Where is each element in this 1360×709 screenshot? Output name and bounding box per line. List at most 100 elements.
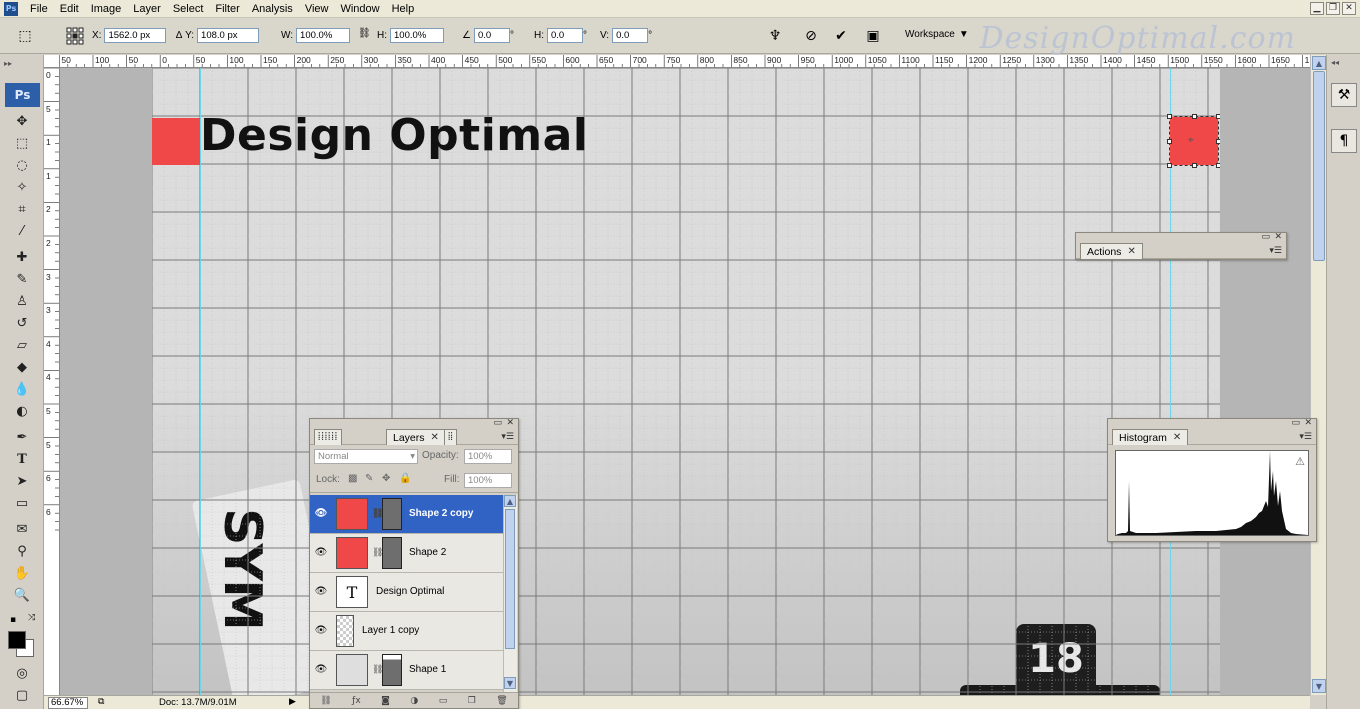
hskew-input[interactable]: 0.0 [547,28,583,43]
collapsed-tabs[interactable]: ⦙⦙⦙⦙⦙⦙ [314,429,343,445]
x-input[interactable]: 1562.0 px [104,28,167,43]
link-layers-icon[interactable]: ⛓ [320,696,331,706]
magic-wand-tool-icon[interactable]: ✧ [11,177,33,197]
minimize-icon[interactable]: ▭ [1261,232,1270,242]
tab-histogram[interactable]: Histogram ✕ [1112,429,1189,445]
transform-center-icon[interactable]: ⌖ [1188,135,1194,146]
photoshop-app-icon[interactable]: Ps [4,1,18,16]
eye-icon[interactable]: 👁 [314,625,328,637]
status-menu-icon[interactable]: ⧉ [98,696,104,707]
layer-row-shape-2[interactable]: 👁 ⛓ Shape 2 [310,534,503,573]
selected-red-square[interactable]: ⌖ [1169,116,1219,166]
history-brush-tool-icon[interactable]: ↺ [11,313,33,333]
file-browser-icon[interactable]: ▣ [864,27,882,45]
vskew-input[interactable]: 0.0 [612,28,649,43]
type-tool-icon[interactable]: T [11,449,33,469]
paragraph-icon[interactable]: ¶ [1331,129,1357,153]
layer-row-layer-1-copy[interactable]: 👁 Layer 1 copy [310,612,503,651]
new-layer-icon[interactable]: ❐ [468,696,476,706]
vector-mask-thumbnail[interactable] [382,654,402,686]
scroll-up-icon[interactable]: ▲ [504,495,516,507]
minimize-icon[interactable]: ▭ [1291,418,1300,428]
scrollbar-thumb[interactable] [1313,71,1325,261]
lock-transparency-icon[interactable]: ▩ [348,473,357,484]
panel-titlebar[interactable]: ▭ ✕ [1108,418,1316,429]
collapsed-tabs[interactable]: ⦙⦙ [444,429,457,445]
transform-handle[interactable] [1216,139,1220,144]
menu-edit[interactable]: Edit [54,3,85,15]
adjustment-layer-icon[interactable]: ◑ [410,696,418,706]
blend-mode-select[interactable]: Normal ▾ [314,449,418,464]
minimize-icon[interactable]: ▁ [1310,2,1324,15]
eye-icon[interactable]: 👁 [314,547,328,559]
collapse-tools-icon[interactable]: ▸▸ [4,59,12,68]
layer-row-design-optimal[interactable]: 👁 T Design Optimal [310,573,503,612]
restore-icon[interactable]: ❐ [1326,2,1340,15]
notes-tool-icon[interactable]: ✉ [11,519,33,539]
workspace-button[interactable]: Workspace ▼ [900,27,974,42]
scroll-up-icon[interactable]: ▲ [1312,56,1326,70]
w-input[interactable]: 100.0% [296,28,351,43]
lock-pixels-icon[interactable]: ✎ [365,473,373,484]
close-icon[interactable]: ✕ [1127,246,1135,257]
expand-dock-icon[interactable]: ◂◂ [1331,58,1339,67]
menu-layer[interactable]: Layer [127,3,167,15]
vector-mask-thumbnail[interactable] [382,498,402,530]
transform-handle[interactable] [1167,139,1172,144]
rectangle-tool-icon[interactable]: ▭ [11,493,33,513]
ps-badge[interactable]: Ps [5,83,40,107]
panel-titlebar[interactable]: ▭ ✕ [310,418,518,429]
scroll-down-icon[interactable]: ▼ [504,677,516,689]
menu-file[interactable]: File [24,3,54,15]
brush-tool-icon[interactable]: ✎ [11,269,33,289]
lock-all-icon[interactable]: 🔒 [399,473,411,484]
menu-analysis[interactable]: Analysis [246,3,299,15]
transform-handle[interactable] [1216,163,1220,168]
foreground-color-swatch[interactable] [8,631,26,649]
pen-tool-icon[interactable]: ✒ [11,427,33,447]
menu-image[interactable]: Image [85,3,128,15]
close-icon[interactable]: ✕ [1304,418,1312,428]
quick-mask-icon[interactable]: ◎ [11,663,33,683]
panel-menu-icon[interactable]: ▾☰ [1299,432,1312,442]
transform-handle[interactable] [1216,114,1220,119]
close-icon[interactable]: ✕ [1274,232,1282,242]
minimize-icon[interactable]: ▭ [493,418,502,428]
eye-icon[interactable]: 👁 [314,664,328,676]
canvas-title-text[interactable]: Design Optimal [200,110,588,161]
y-input[interactable]: 108.0 px [197,28,260,43]
layer-row-shape-1[interactable]: 👁 ⛓ Shape 1 [310,651,503,690]
eyedropper-tool-icon[interactable]: ⚲ [11,541,33,561]
zoom-input[interactable]: 66.67% [48,697,88,709]
marquee-tool-icon[interactable]: ⬚ [11,133,33,153]
hand-tool-icon[interactable]: ✋ [11,563,33,583]
layer-row-shape-2-copy[interactable]: 👁 ⛓ Shape 2 copy [310,495,503,534]
panel-menu-icon[interactable]: ▾☰ [501,432,514,442]
transform-handle[interactable] [1192,114,1197,119]
status-arrow-icon[interactable]: ▶ [289,696,296,707]
scroll-down-icon[interactable]: ▼ [1312,679,1326,693]
layers-scrollbar[interactable]: ▲ ▼ [503,495,517,692]
eye-icon[interactable]: 👁 [314,586,328,598]
layer-style-icon[interactable]: ƒx [352,696,361,706]
cancel-transform-icon[interactable]: ⊘ [802,27,820,45]
h-input[interactable]: 100.0% [390,28,444,43]
eraser-tool-icon[interactable]: ▱ [11,335,33,355]
tool-presets-icon[interactable]: ⚒ [1331,83,1357,107]
crop-tool-icon[interactable]: ⌗ [11,199,33,219]
new-group-icon[interactable]: ▭ [439,696,448,706]
zoom-tool-icon[interactable]: 🔍 [11,585,33,605]
swap-colors-icon[interactable]: ⤨ [28,613,35,623]
tab-actions[interactable]: Actions ✕ [1080,243,1143,259]
lock-position-icon[interactable]: ✥ [382,473,390,484]
panel-titlebar[interactable]: ▭ ✕ [1076,232,1286,243]
commit-transform-icon[interactable]: ✔ [832,27,850,45]
move-tool-icon[interactable]: ✥ [11,111,33,131]
transform-tool-icon[interactable]: ⬚ [16,27,34,45]
panel-menu-icon[interactable]: ▾☰ [1269,246,1282,256]
default-colors-icon[interactable]: ▪ [10,615,16,625]
dodge-tool-icon[interactable]: ◐ [11,401,33,421]
clone-stamp-tool-icon[interactable]: ♙ [11,291,33,311]
horizontal-ruler[interactable]: 50 100 50 0 50 100 150 200 250 300 350 400 450 500 550… [60,55,1310,68]
menu-window[interactable]: Window [334,3,385,15]
